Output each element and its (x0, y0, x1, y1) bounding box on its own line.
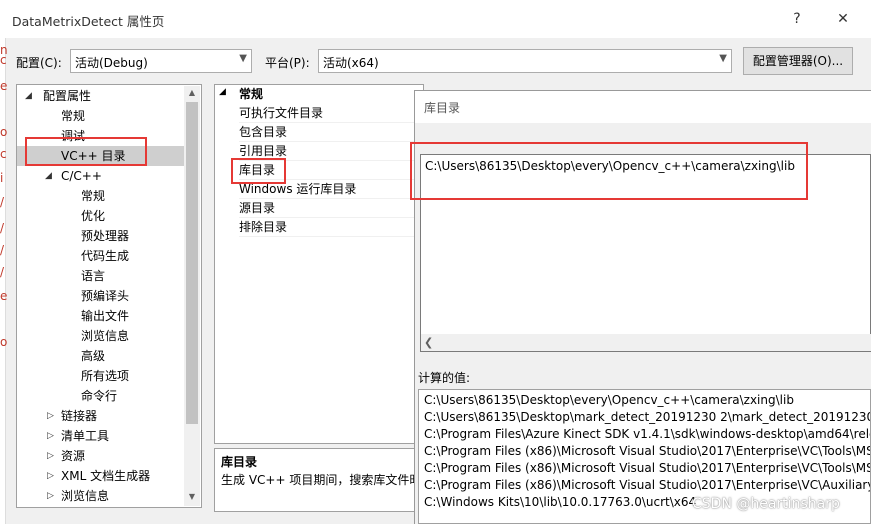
config-manager-button[interactable]: 配置管理器(O)... (743, 47, 853, 75)
highlight-edit-value (410, 142, 808, 200)
tree-scroll-thumb[interactable] (186, 102, 198, 424)
edge-char: e (0, 79, 8, 93)
expand-closed-icon[interactable]: ▷ (47, 426, 54, 446)
tree-item-label: 清单工具 (61, 429, 110, 443)
tree-item-output-files[interactable]: 输出文件 (81, 306, 129, 326)
tree-item-linker[interactable]: ▷ 链接器 (17, 406, 185, 426)
edge-char: / (0, 243, 5, 257)
help-button[interactable]: ? (786, 8, 808, 30)
collapse-category-icon[interactable]: ◢ (219, 87, 226, 97)
edge-char: o (0, 125, 8, 139)
tree-root[interactable]: ◢ 配置属性 (23, 86, 191, 106)
editbox-hscrollbar[interactable] (421, 334, 871, 351)
close-button[interactable]: ✕ (832, 8, 854, 30)
grid-category: 常规 (239, 87, 264, 101)
tree-item-language[interactable]: 语言 (81, 266, 105, 286)
tree-item-browse-info[interactable]: ▷ 浏览信息 (17, 486, 185, 506)
edge-char: c (0, 53, 7, 67)
dialog-title: 库目录 (424, 101, 461, 115)
highlight-vc-directories (25, 137, 147, 166)
expand-open-icon[interactable]: ◢ (25, 86, 32, 106)
computed-value: C:\Users\86135\Desktop\every\Opencv_c++\… (424, 393, 794, 407)
expand-closed-icon[interactable]: ▷ (47, 406, 54, 426)
computed-value: C:\Program Files (x86)\Microsoft Visual … (424, 478, 871, 492)
tree-item-precompiled-headers[interactable]: 预编译头 (81, 286, 129, 306)
chevron-down-icon: ▼ (239, 53, 247, 64)
dialog-header (415, 91, 871, 123)
tree-item-browse-information[interactable]: 浏览信息 (81, 326, 129, 346)
scroll-down-icon[interactable]: ▼ (184, 492, 200, 501)
platform-value: 活动(x64) (323, 56, 379, 70)
expand-closed-icon[interactable]: ▷ (47, 486, 54, 506)
tree-item-command-line[interactable]: 命令行 (81, 386, 117, 406)
tree-item-optimization[interactable]: 优化 (81, 206, 105, 226)
scroll-up-icon[interactable]: ▲ (184, 88, 200, 97)
computed-value: C:\Program Files (x86)\Microsoft Visual … (424, 461, 871, 475)
edge-char: o (0, 335, 8, 349)
watermark: CSDN @heartinsharp (692, 496, 840, 512)
edge-char: e (0, 289, 8, 303)
computed-values-label: 计算的值: (418, 371, 471, 385)
expand-open-icon[interactable]: ◢ (45, 166, 52, 186)
tree-item-resources[interactable]: ▷ 资源 (17, 446, 185, 466)
tree-item-advanced[interactable]: 高级 (81, 346, 105, 366)
tree-item-label: C/C++ (61, 169, 102, 183)
grid-row-exclude-dirs[interactable]: 排除目录 (239, 218, 423, 237)
config-value: 活动(Debug) (75, 56, 148, 70)
computed-value: C:\Program Files (x86)\Microsoft Visual … (424, 444, 871, 458)
grid-row-source-dirs[interactable]: 源目录 (239, 199, 423, 218)
platform-combo[interactable]: 活动(x64) ▼ (318, 49, 732, 73)
tree-item-preprocessor[interactable]: 预处理器 (81, 226, 129, 246)
config-label: 配置(C): (16, 56, 62, 70)
property-grid[interactable]: ◢ 常规 可执行文件目录 包含目录 引用目录 库目录 Windows 运行库目录… (214, 84, 424, 444)
description-text: 生成 VC++ 项目期间，搜索库文件时 (221, 473, 422, 487)
tree-item-manifest-tool[interactable]: ▷ 清单工具 (17, 426, 185, 446)
edge-char: / (0, 195, 5, 209)
tree-item-label: 资源 (61, 449, 86, 463)
grid-row-include-dirs[interactable]: 包含目录 (239, 123, 423, 142)
tree-item-cpp[interactable]: ◢ C/C++ (17, 166, 185, 186)
highlight-library-dirs (231, 158, 286, 184)
edge-char: c (0, 147, 7, 161)
computed-value: C:\Windows Kits\10\lib\10.0.17763.0\ucrt… (424, 495, 697, 509)
expand-closed-icon[interactable]: ▷ (47, 446, 54, 466)
tree-item-label: XML 文档生成器 (61, 469, 151, 483)
tree-item-general[interactable]: 常规 (61, 106, 85, 126)
edge-char: i (0, 171, 4, 185)
tree-item-all-options[interactable]: 所有选项 (81, 366, 129, 386)
expand-closed-icon[interactable]: ▷ (47, 466, 54, 486)
tree-root-label: 配置属性 (43, 89, 92, 103)
tree-item-cpp-general[interactable]: 常规 (81, 186, 105, 206)
window-title: DataMetrixDetect 属性页 (12, 14, 165, 29)
background-editor-edge: n c e o c i / / / / e o (0, 38, 8, 524)
grid-row-executable-dirs[interactable]: 可执行文件目录 (239, 104, 423, 123)
computed-value: C:\Program Files\Azure Kinect SDK v1.4.1… (424, 427, 871, 441)
description-title: 库目录 (221, 455, 258, 469)
tree-item-code-generation[interactable]: 代码生成 (81, 246, 129, 266)
config-combo[interactable]: 活动(Debug) ▼ (70, 49, 252, 73)
description-pane: 库目录 生成 VC++ 项目期间，搜索库文件时 (214, 448, 424, 512)
edge-char: / (0, 221, 5, 235)
scroll-left-icon[interactable]: ❮ (424, 336, 433, 349)
computed-value: C:\Users\86135\Desktop\mark_detect_20191… (424, 410, 871, 424)
edge-char: / (0, 265, 5, 279)
tree-item-label: 浏览信息 (61, 489, 110, 503)
tree-item-label: 链接器 (61, 409, 98, 423)
platform-label: 平台(P): (265, 56, 310, 70)
chevron-down-icon: ▼ (719, 53, 727, 64)
tree-item-xml-doc-generator[interactable]: ▷ XML 文档生成器 (17, 466, 185, 486)
